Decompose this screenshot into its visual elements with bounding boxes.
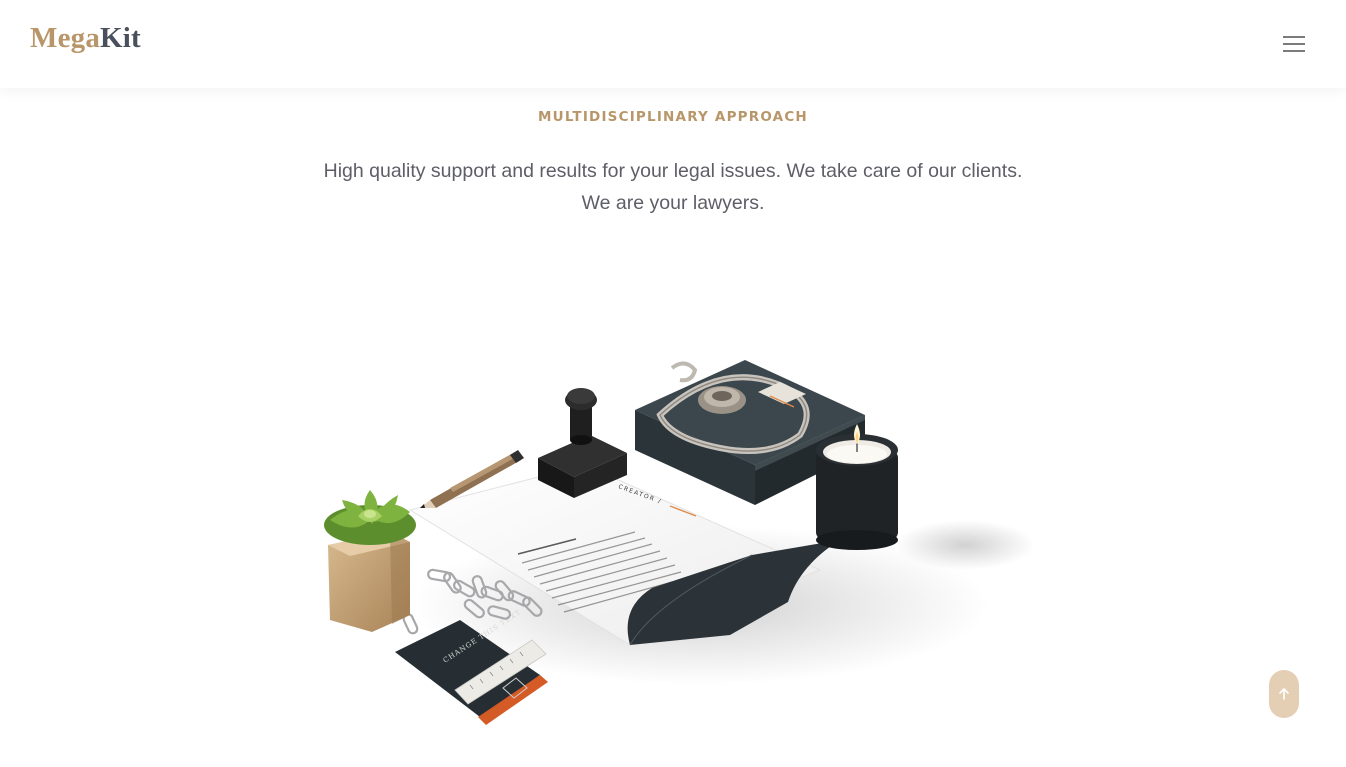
logo[interactable]: MegaKit bbox=[30, 20, 141, 56]
potted-plant bbox=[324, 490, 416, 632]
stationery-mockup-image: CREATOR / CHANGE THIS TEXT bbox=[324, 360, 1035, 725]
section-lead-text: High quality support and results for you… bbox=[323, 160, 1023, 214]
logo-part-kit: Kit bbox=[100, 22, 141, 54]
candle bbox=[816, 424, 898, 550]
section-eyebrow: MULTIDISCIPLINARY APPROACH bbox=[538, 109, 808, 125]
hamburger-menu-icon[interactable] bbox=[1280, 33, 1308, 55]
site-header: MegaKit bbox=[0, 0, 1346, 88]
scroll-to-top-button[interactable] bbox=[1269, 670, 1299, 718]
arrow-up-icon bbox=[1279, 688, 1289, 700]
logo-part-mega: Mega bbox=[30, 22, 101, 54]
